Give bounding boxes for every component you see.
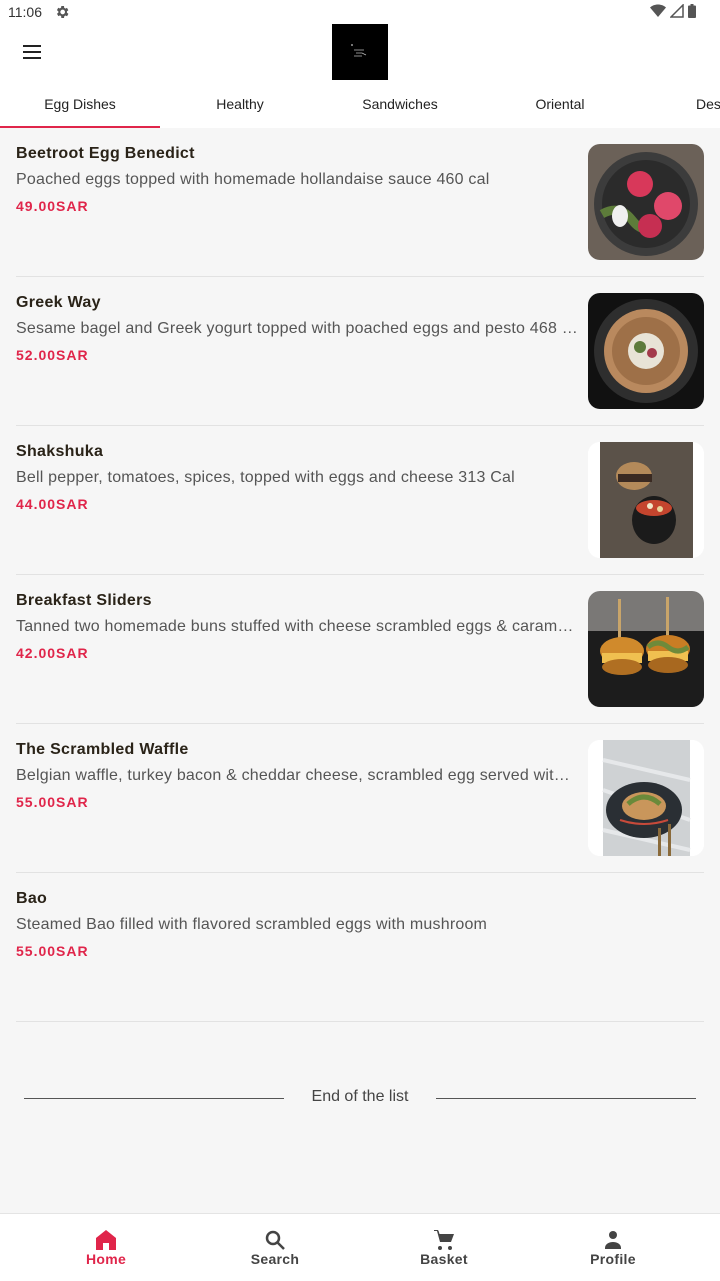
menu-item[interactable]: The Scrambled Waffle Belgian waffle, tur… bbox=[16, 724, 704, 873]
menu-item[interactable]: Bao Steamed Bao filled with flavored scr… bbox=[16, 873, 704, 1022]
menu-item[interactable]: Beetroot Egg Benedict Poached eggs toppe… bbox=[16, 128, 704, 277]
tab-healthy[interactable]: Healthy bbox=[160, 80, 320, 128]
menu-item[interactable]: Breakfast Sliders Tanned two homemade bu… bbox=[16, 575, 704, 724]
nav-search-label: Search bbox=[250, 1251, 300, 1267]
nav-search[interactable]: Search bbox=[185, 1214, 365, 1281]
wifi-icon bbox=[650, 4, 666, 17]
person-icon bbox=[605, 1231, 621, 1249]
category-tabs: Egg Dishes Healthy Sandwiches Oriental D… bbox=[0, 80, 720, 128]
nav-profile[interactable]: Profile bbox=[523, 1214, 703, 1281]
tab-egg-dishes[interactable]: Egg Dishes bbox=[0, 80, 160, 128]
tab-sandwiches[interactable]: Sandwiches bbox=[320, 80, 480, 128]
app-bar bbox=[0, 24, 720, 80]
item-name: Breakfast Sliders bbox=[16, 592, 152, 609]
item-name: Beetroot Egg Benedict bbox=[16, 145, 195, 162]
item-photo bbox=[588, 740, 704, 856]
home-icon bbox=[96, 1230, 116, 1250]
item-name: The Scrambled Waffle bbox=[16, 741, 189, 758]
item-photo bbox=[588, 144, 704, 260]
settings-gear-icon bbox=[54, 4, 70, 25]
bottom-navigation: Home Search Basket Profile bbox=[0, 1213, 720, 1281]
item-name: Shakshuka bbox=[16, 443, 104, 460]
item-name: Greek Way bbox=[16, 294, 101, 311]
menu-icon[interactable] bbox=[18, 40, 46, 64]
cart-icon bbox=[434, 1230, 454, 1250]
item-price: 55.00SAR bbox=[16, 943, 89, 959]
status-icons bbox=[650, 4, 696, 18]
end-of-list-label: End of the list bbox=[311, 1088, 409, 1105]
brand-logo bbox=[332, 24, 388, 80]
item-description: Poached eggs topped with homemade hollan… bbox=[16, 171, 490, 188]
status-bar: 11:06 bbox=[0, 0, 720, 24]
tab-oriental[interactable]: Oriental bbox=[480, 80, 640, 128]
menu-item[interactable]: Shakshuka Bell pepper, tomatoes, spices,… bbox=[16, 426, 704, 575]
item-price: 55.00SAR bbox=[16, 794, 89, 810]
menu-item[interactable]: Greek Way Sesame bagel and Greek yogurt … bbox=[16, 277, 704, 426]
item-photo bbox=[588, 591, 704, 707]
item-price: 52.00SAR bbox=[16, 347, 89, 363]
menu-list: Beetroot Egg Benedict Poached eggs toppe… bbox=[0, 128, 720, 1022]
item-name: Bao bbox=[16, 890, 48, 907]
item-price: 49.00SAR bbox=[16, 198, 89, 214]
search-icon bbox=[265, 1230, 285, 1250]
item-photo bbox=[588, 442, 704, 558]
status-time: 11:06 bbox=[8, 4, 42, 20]
item-description: Bell pepper, tomatoes, spices, topped wi… bbox=[16, 469, 515, 486]
nav-home[interactable]: Home bbox=[16, 1214, 196, 1281]
nav-basket-label: Basket bbox=[420, 1251, 468, 1267]
cell-signal-icon bbox=[670, 4, 684, 18]
divider-right bbox=[436, 1098, 696, 1099]
nav-profile-label: Profile bbox=[590, 1251, 636, 1267]
item-price: 44.00SAR bbox=[16, 496, 89, 512]
item-description: Tanned two homemade buns stuffed with ch… bbox=[16, 618, 578, 635]
nav-basket[interactable]: Basket bbox=[354, 1214, 534, 1281]
item-description: Steamed Bao filled with flavored scrambl… bbox=[16, 916, 488, 933]
item-photo bbox=[588, 293, 704, 409]
battery-icon bbox=[688, 4, 696, 18]
tab-desserts[interactable]: Des bbox=[640, 80, 720, 128]
item-description: Sesame bagel and Greek yogurt topped wit… bbox=[16, 320, 578, 337]
item-price: 42.00SAR bbox=[16, 645, 89, 661]
item-description: Belgian waffle, turkey bacon & cheddar c… bbox=[16, 767, 578, 784]
end-of-list: End of the list bbox=[24, 1084, 696, 1112]
nav-home-label: Home bbox=[85, 1251, 127, 1267]
